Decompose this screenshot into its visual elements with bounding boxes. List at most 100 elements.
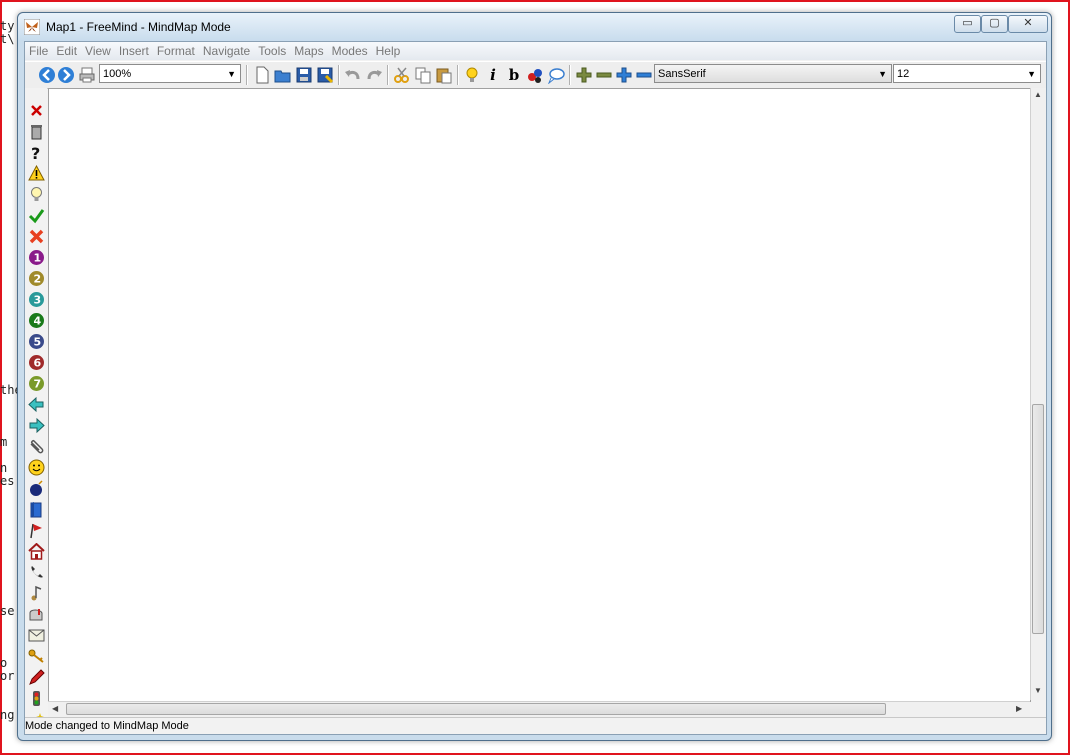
status-bar: Mode changed to MindMap Mode bbox=[25, 717, 1046, 734]
cross-icon[interactable] bbox=[28, 228, 45, 245]
scroll-right-icon[interactable]: ▶ bbox=[1016, 704, 1022, 713]
scroll-down-icon[interactable]: ▼ bbox=[1034, 686, 1042, 695]
attachment-icon[interactable] bbox=[28, 438, 45, 455]
toolbar-separator bbox=[569, 65, 571, 85]
remove-icon[interactable] bbox=[28, 102, 45, 119]
priority-label: 6 bbox=[34, 357, 42, 370]
menu-help[interactable]: Help bbox=[372, 42, 405, 58]
close-button[interactable]: ✕ bbox=[1008, 15, 1048, 33]
copy-icon[interactable] bbox=[414, 66, 432, 84]
bomb-icon[interactable] bbox=[28, 480, 45, 497]
menu-edit[interactable]: Edit bbox=[52, 42, 81, 58]
back-icon[interactable] bbox=[38, 66, 56, 84]
menu-bar: File Edit View Insert Format Navigate Tools Map… bbox=[25, 42, 1046, 60]
font-family-value: SansSerif bbox=[658, 68, 706, 80]
menu-modes[interactable]: Modes bbox=[328, 42, 372, 58]
priority-4-icon[interactable]: 4 bbox=[28, 312, 45, 329]
pencil-icon[interactable] bbox=[28, 669, 45, 686]
title-bar[interactable]: Map1 - FreeMind - MindMap Mode ▭ ▢ ✕ bbox=[18, 13, 1051, 41]
mailbox-icon[interactable] bbox=[28, 606, 45, 623]
zoom-out-icon[interactable] bbox=[635, 66, 653, 84]
cloud-icon[interactable] bbox=[547, 66, 565, 84]
maximize-button[interactable]: ▢ bbox=[981, 15, 1008, 33]
background-text: m bbox=[0, 435, 8, 449]
save-icon[interactable] bbox=[295, 66, 313, 84]
home-icon[interactable] bbox=[28, 543, 45, 560]
toolbar-separator bbox=[246, 65, 248, 85]
priority-label: 1 bbox=[34, 252, 42, 265]
priority-label: 3 bbox=[34, 294, 42, 307]
phone-icon[interactable] bbox=[28, 564, 45, 581]
add-icon[interactable] bbox=[575, 66, 593, 84]
book-icon[interactable] bbox=[28, 501, 45, 518]
remove-icon[interactable] bbox=[595, 66, 613, 84]
menu-file[interactable]: File bbox=[25, 42, 52, 58]
scroll-up-icon[interactable]: ▲ bbox=[1034, 90, 1042, 99]
background-text: t\ bbox=[0, 32, 15, 46]
priority-1-icon[interactable]: 1 bbox=[28, 249, 45, 266]
vertical-scrollbar[interactable]: ▲ ▼ bbox=[1030, 88, 1046, 700]
priority-6-icon[interactable]: 6 bbox=[28, 354, 45, 371]
background-text: ng bbox=[0, 708, 15, 722]
check-icon[interactable] bbox=[28, 207, 45, 224]
menu-view[interactable]: View bbox=[81, 42, 115, 58]
cut-icon[interactable] bbox=[393, 66, 411, 84]
trash-icon[interactable] bbox=[28, 123, 45, 140]
zoom-value: 100% bbox=[103, 68, 132, 80]
paste-icon[interactable] bbox=[435, 66, 453, 84]
idea-icon[interactable] bbox=[463, 66, 481, 84]
client-area: File Edit View Insert Format Navigate Tools Map… bbox=[24, 41, 1047, 735]
toolbar-separator bbox=[457, 65, 459, 85]
idea-icon[interactable] bbox=[28, 186, 45, 203]
mindmap-canvas[interactable] bbox=[48, 88, 1031, 702]
priority-label: 5 bbox=[34, 336, 42, 349]
print-icon[interactable] bbox=[78, 66, 96, 84]
menu-insert[interactable]: Insert bbox=[115, 42, 153, 58]
zoom-in-icon[interactable] bbox=[615, 66, 633, 84]
main-toolbar: 100% ▼ i b SansSerif ▼ 12 ▼ bbox=[25, 61, 1046, 89]
priority-3-icon[interactable]: 3 bbox=[28, 291, 45, 308]
traffic-light-icon[interactable] bbox=[28, 690, 45, 707]
priority-7-icon[interactable]: 7 bbox=[28, 375, 45, 392]
key-icon[interactable] bbox=[28, 648, 45, 665]
save-as-icon[interactable] bbox=[316, 66, 334, 84]
forward-icon[interactable] bbox=[57, 66, 75, 84]
menu-format[interactable]: Format bbox=[153, 42, 199, 58]
priority-label: 7 bbox=[34, 378, 42, 391]
cloud-color-icon[interactable] bbox=[526, 66, 544, 84]
smiley-icon[interactable] bbox=[28, 459, 45, 476]
toolbar-separator bbox=[338, 65, 340, 85]
priority-label: 2 bbox=[34, 273, 42, 286]
horizontal-scroll-thumb[interactable] bbox=[66, 703, 886, 715]
redo-icon[interactable] bbox=[365, 66, 383, 84]
background-text: or bbox=[0, 669, 15, 683]
svg-text:?: ? bbox=[31, 144, 40, 161]
question-icon[interactable]: ? bbox=[28, 144, 45, 161]
menu-navigate[interactable]: Navigate bbox=[199, 42, 254, 58]
scroll-left-icon[interactable]: ◀ bbox=[52, 704, 58, 713]
vertical-scroll-thumb[interactable] bbox=[1032, 404, 1044, 634]
forward-arrow-icon[interactable] bbox=[28, 417, 45, 434]
menu-tools[interactable]: Tools bbox=[254, 42, 290, 58]
flag-icon[interactable] bbox=[28, 522, 45, 539]
minimize-button[interactable]: ▭ bbox=[954, 15, 981, 33]
priority-2-icon[interactable]: 2 bbox=[28, 270, 45, 287]
warning-icon[interactable] bbox=[28, 165, 45, 182]
mail-icon[interactable] bbox=[28, 627, 45, 644]
horizontal-scrollbar[interactable]: ◀ ▶ bbox=[48, 701, 1030, 717]
menu-maps[interactable]: Maps bbox=[290, 42, 327, 58]
bold-button[interactable]: b bbox=[505, 66, 523, 84]
priority-label: 4 bbox=[34, 315, 42, 328]
priority-5-icon[interactable]: 5 bbox=[28, 333, 45, 350]
icon-toolbar: ? 1 2 3 4 5 6 7 bbox=[25, 88, 47, 727]
new-map-icon[interactable] bbox=[253, 66, 271, 84]
italic-button[interactable]: i bbox=[484, 66, 502, 84]
chevron-down-icon: ▼ bbox=[1027, 69, 1036, 79]
back-arrow-icon[interactable] bbox=[28, 396, 45, 413]
zoom-select[interactable]: 100% ▼ bbox=[99, 64, 241, 83]
open-icon[interactable] bbox=[274, 66, 292, 84]
font-family-select[interactable]: SansSerif ▼ bbox=[654, 64, 892, 83]
undo-icon[interactable] bbox=[344, 66, 362, 84]
font-size-select[interactable]: 12 ▼ bbox=[893, 64, 1041, 83]
music-icon[interactable] bbox=[28, 585, 45, 602]
